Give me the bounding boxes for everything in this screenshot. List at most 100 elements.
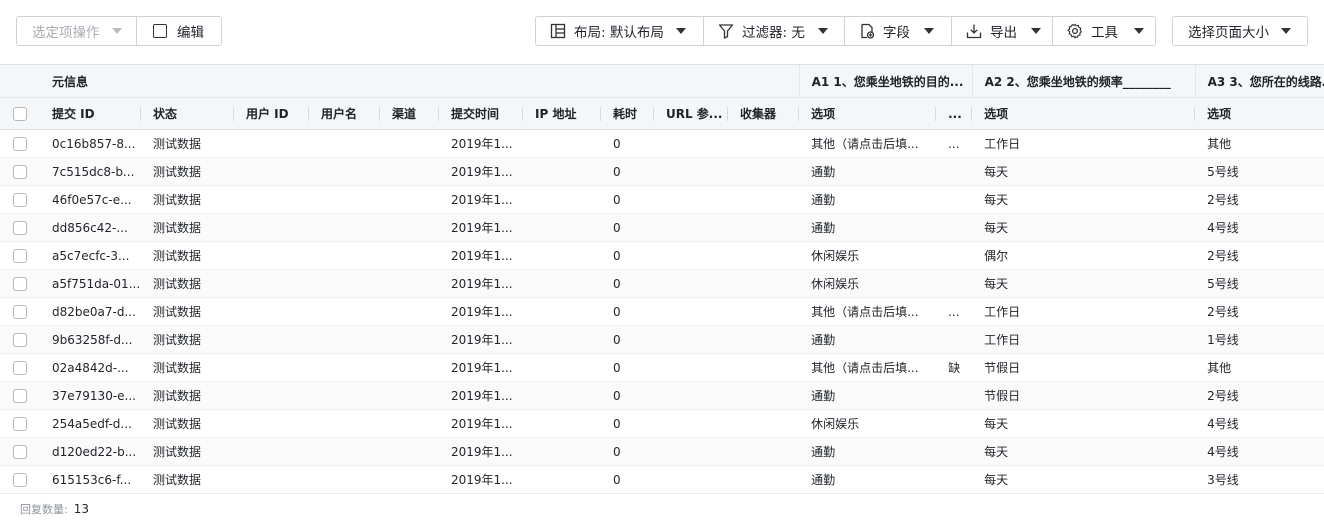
column-header-channel[interactable]: 渠道 (380, 97, 439, 130)
table-row[interactable]: d82be0a7-d... 测试数据 2019年1... 0 其他（请点击后填.....… (0, 297, 1324, 326)
cell-ip-address (523, 353, 601, 382)
row-checkbox[interactable] (13, 388, 27, 403)
column-header-status[interactable]: 状态 (141, 97, 234, 130)
cell-url-params (654, 437, 728, 466)
column-header-a2-option[interactable]: 选项 (972, 97, 1196, 130)
tools-label: 工具 (1091, 25, 1118, 41)
cell-duration: 0 (601, 409, 654, 438)
cell-submit-time: 2019年1... (439, 437, 523, 466)
table-row[interactable]: 7c515dc8-b... 测试数据 2019年1... 0 通勤 每天 5号线 (0, 157, 1324, 186)
cell-a2-option: 每天 (972, 465, 1196, 494)
cell-username (309, 269, 380, 298)
filter-label: 过滤器: 无 (742, 25, 805, 41)
table-row[interactable]: 0c16b857-8... 测试数据 2019年1... 0 其他（请点击后填.....… (0, 129, 1324, 158)
page-size-dropdown[interactable]: 选择页面大小 (1172, 16, 1308, 46)
cell-username (309, 409, 380, 438)
row-checkbox-cell (0, 185, 40, 214)
cell-submit-id: a5c7ecfc-3... (40, 241, 141, 270)
row-checkbox[interactable] (13, 472, 27, 487)
select-all-checkbox[interactable] (13, 106, 27, 121)
row-checkbox[interactable] (13, 332, 27, 347)
column-header-ip-address[interactable]: IP 地址 (523, 97, 601, 130)
row-checkbox[interactable] (13, 416, 27, 431)
cell-username (309, 297, 380, 326)
table-row[interactable]: 02a4842d-... 测试数据 2019年1... 0 其他（请点击后填... 缺节假… (0, 353, 1324, 382)
cell-submit-time: 2019年1... (439, 157, 523, 186)
export-label: 导出 (990, 25, 1017, 41)
column-header-collector[interactable]: 收集器 (728, 97, 800, 130)
responses-table-container: 元信息 A1 1、您乘坐地铁的目的... A2 2、您乘坐地铁的频率______… (0, 64, 1324, 494)
cell-a1-option: 通勤 (799, 185, 937, 214)
table-body: 0c16b857-8... 测试数据 2019年1... 0 其他（请点击后填.....… (0, 129, 1324, 494)
cell-user-id (234, 213, 309, 242)
table-row[interactable]: 254a5edf-d... 测试数据 2019年1... 0 休闲娱乐 每天 4号线 (0, 409, 1324, 438)
cell-a1-other (936, 213, 973, 242)
row-checkbox[interactable] (13, 444, 27, 459)
table-row[interactable]: dd856c42-... 测试数据 2019年1... 0 通勤 每天 4号线 (0, 213, 1324, 242)
cell-username (309, 241, 380, 270)
table-row[interactable]: 615153c6-f... 测试数据 2019年1... 0 通勤 每天 3号线 (0, 465, 1324, 494)
selection-actions-dropdown[interactable]: 选定项操作 (16, 16, 137, 46)
filter-dropdown[interactable]: 过滤器: 无 (704, 17, 845, 45)
row-checkbox[interactable] (13, 360, 27, 375)
cell-a1-option: 休闲娱乐 (799, 241, 937, 270)
cell-submit-id: 0c16b857-8... (40, 129, 141, 158)
edit-label: 编辑 (177, 25, 204, 41)
fields-dropdown[interactable]: 字段 (845, 17, 952, 45)
chevron-down-icon (675, 28, 686, 34)
cell-submit-id: d120ed22-b... (40, 437, 141, 466)
cell-user-id (234, 353, 309, 382)
column-header-submit-time[interactable]: 提交时间 (439, 97, 523, 130)
table-row[interactable]: 37e79130-e... 测试数据 2019年1... 0 通勤 节假日 2号线 (0, 381, 1324, 410)
cell-collector (728, 465, 800, 494)
cell-a1-option: 其他（请点击后填... (799, 353, 937, 382)
page-size-label: 选择页面大小 (1188, 25, 1269, 41)
column-header-submit-id[interactable]: 提交 ID (40, 97, 141, 130)
row-checkbox-cell (0, 213, 40, 242)
row-checkbox[interactable] (13, 304, 27, 319)
cell-submit-id: 46f0e57c-e... (40, 185, 141, 214)
table-row[interactable]: d120ed22-b... 测试数据 2019年1... 0 通勤 每天 4号线 (0, 437, 1324, 466)
response-count-value: 13 (73, 502, 89, 516)
row-checkbox[interactable] (13, 220, 27, 235)
column-header-username[interactable]: 用户名 (309, 97, 380, 130)
row-checkbox[interactable] (13, 136, 27, 151)
tools-dropdown[interactable]: 工具 (1053, 17, 1155, 45)
cell-url-params (654, 241, 728, 270)
column-header-row: 提交 ID 状态 用户 ID 用户名 渠道 提交时间 IP 地址 耗时 URL … (0, 97, 1324, 130)
cell-a1-option: 其他（请点击后填... (799, 297, 937, 326)
cell-status: 测试数据 (141, 437, 234, 466)
column-header-url-params[interactable]: URL 参... (654, 97, 728, 130)
column-group-header-row: 元信息 A1 1、您乘坐地铁的目的... A2 2、您乘坐地铁的频率______… (0, 65, 1324, 98)
row-checkbox-cell (0, 269, 40, 298)
row-checkbox[interactable] (13, 248, 27, 263)
toolbar: 选定项操作 编辑 布局: 默认布局 过滤器: 无 字段 导出 工具 选择页面大小 (0, 0, 1324, 64)
cell-a3-option: 4号线 (1195, 213, 1324, 242)
row-checkbox[interactable] (13, 192, 27, 207)
row-checkbox-cell (0, 409, 40, 438)
cell-channel (380, 353, 439, 382)
column-header-a3-option[interactable]: 选项 (1195, 97, 1324, 130)
table-row[interactable]: a5c7ecfc-3... 测试数据 2019年1... 0 休闲娱乐 偶尔 2号线 (0, 241, 1324, 270)
group-header-a2: A2 2、您乘坐地铁的频率________ (971, 65, 1196, 98)
column-header-user-id[interactable]: 用户 ID (234, 97, 309, 130)
table-row[interactable]: 46f0e57c-e... 测试数据 2019年1... 0 通勤 每天 2号线 (0, 185, 1324, 214)
table-row[interactable]: a5f751da-01... 测试数据 2019年1... 0 休闲娱乐 每天 5号线 (0, 269, 1324, 298)
checkbox-icon (153, 24, 167, 38)
column-header-a1-other[interactable]: ... (936, 97, 973, 130)
column-header-a1-option[interactable]: 选项 (799, 97, 937, 130)
column-header-duration[interactable]: 耗时 (601, 97, 654, 130)
cell-username (309, 465, 380, 494)
cell-collector (728, 269, 800, 298)
cell-username (309, 325, 380, 354)
cell-a2-option: 每天 (972, 213, 1196, 242)
table-row[interactable]: 9b63258f-d... 测试数据 2019年1... 0 通勤 工作日 1号线 (0, 325, 1324, 354)
cell-submit-id: d82be0a7-d... (40, 297, 141, 326)
export-dropdown[interactable]: 导出 (952, 17, 1053, 45)
layout-dropdown[interactable]: 布局: 默认布局 (536, 17, 704, 45)
cell-channel (380, 297, 439, 326)
row-checkbox[interactable] (13, 276, 27, 291)
group-header-a3: A3 3、您所在的线路____ (1194, 65, 1324, 98)
edit-button[interactable]: 编辑 (137, 16, 222, 46)
row-checkbox[interactable] (13, 164, 27, 179)
